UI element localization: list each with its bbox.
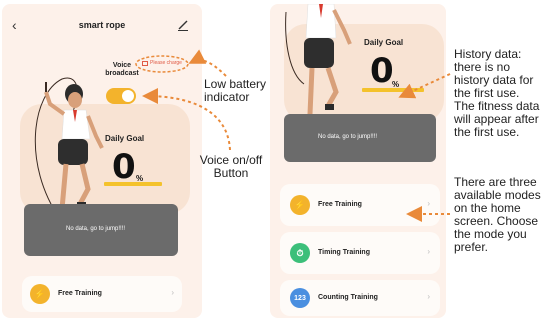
no-data-text: No data, go to jump!!!! bbox=[318, 134, 378, 140]
counting-icon: 123 bbox=[290, 288, 310, 308]
annotation-low-battery: Low battery indicator bbox=[204, 78, 266, 104]
voice-broadcast-label: Voice broadcast bbox=[105, 62, 139, 77]
jump-rope-figure bbox=[34, 77, 104, 232]
annotation-history: History data: there is no history data f… bbox=[454, 48, 539, 139]
battery-icon bbox=[142, 60, 148, 66]
daily-goal-title: Daily Goal bbox=[105, 134, 145, 143]
toggle-knob bbox=[122, 90, 134, 102]
daily-goal-bar bbox=[104, 182, 162, 186]
annotation-line: prefer. bbox=[454, 240, 489, 254]
no-data-panel: No data, go to jump!!!! bbox=[284, 114, 436, 162]
daily-goal-bar bbox=[362, 88, 424, 92]
annotation-modes: There are three available modes on the h… bbox=[454, 176, 541, 254]
daily-goal-title: Daily Goal bbox=[364, 38, 404, 47]
lightning-icon: ⚡ bbox=[290, 195, 310, 215]
mode-card-counting-training[interactable]: 123 Counting Training › bbox=[280, 280, 440, 316]
battery-indicator: Please charge bbox=[142, 60, 182, 66]
no-data-panel: No data, go to jump!!!! bbox=[24, 204, 178, 256]
mode-label: Counting Training bbox=[318, 294, 378, 301]
chevron-right-icon: › bbox=[171, 288, 174, 297]
annotation-line: indicator bbox=[204, 90, 250, 104]
mode-label: Free Training bbox=[58, 290, 102, 297]
no-data-text: No data, go to jump!!!! bbox=[66, 226, 126, 232]
mode-label: Free Training bbox=[318, 201, 362, 208]
annotation-line: Button bbox=[213, 166, 249, 180]
stopwatch-icon: ⏱ bbox=[290, 243, 310, 263]
daily-goal-value: 0 bbox=[370, 51, 394, 91]
chevron-right-icon: › bbox=[427, 247, 430, 256]
left-phone-screen: ‹ smart rope Voice broadcast Please char… bbox=[2, 4, 202, 318]
battery-label: Please charge bbox=[150, 60, 182, 66]
annotation-line: the first use. bbox=[454, 125, 520, 139]
mode-label: Timing Training bbox=[318, 249, 370, 256]
voice-toggle[interactable] bbox=[106, 88, 136, 104]
mode-card-timing-training[interactable]: ⏱ Timing Training › bbox=[280, 232, 440, 274]
right-phone-screen: Daily Goal 0 % No data, go to jump!!!! ⚡… bbox=[270, 4, 446, 318]
mode-card-free-training[interactable]: ⚡ Free Training › bbox=[22, 276, 182, 312]
chevron-right-icon: › bbox=[427, 292, 430, 301]
mode-card-free-training[interactable]: ⚡ Free Training › bbox=[280, 184, 440, 226]
lightning-icon: ⚡ bbox=[30, 284, 50, 304]
chevron-right-icon: › bbox=[427, 199, 430, 208]
annotation-voice-button: Voice on/off Button bbox=[194, 154, 268, 180]
daily-goal-value: 0 bbox=[112, 147, 136, 187]
